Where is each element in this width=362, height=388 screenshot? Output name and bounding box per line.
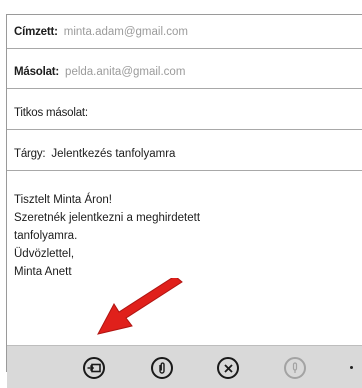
paperclip-icon [159,362,165,374]
body-line: tanfolyamra. [14,230,78,242]
bcc-label: Titkos másolat: [14,106,88,119]
more-options-icon[interactable] [350,366,353,369]
body-line: Üdvözlettel, [14,248,75,260]
red-arrow-annotation [97,278,183,335]
cc-field[interactable]: Másolat: pelda.anita@gmail.com [7,55,362,89]
voice-button[interactable] [284,357,306,379]
body-greeting: Tisztelt Minta Áron! [14,194,112,206]
subject-label: Tárgy: [14,147,46,160]
cc-label: Másolat: [14,65,60,78]
cc-value[interactable]: pelda.anita@gmail.com [65,66,185,78]
attach-button[interactable] [151,357,173,379]
discard-button[interactable] [217,357,239,379]
app-bar [7,345,362,388]
to-value[interactable]: minta.adam@gmail.com [64,26,188,38]
message-body[interactable]: Tisztelt Minta Áron! Szeretnék jelentkez… [14,191,334,281]
microphone-icon [292,362,298,373]
subject-field[interactable]: Tárgy: Jelentkezés tanfolyamra [7,137,362,171]
to-label: Címzett: [14,25,58,38]
email-compose-window: Címzett: minta.adam@gmail.com Másolat: p… [6,14,362,388]
body-line: Szeretnék jelentkezni a meghirdetett [14,212,201,224]
close-icon [223,363,233,373]
send-button[interactable] [83,357,105,379]
bcc-field[interactable]: Titkos másolat: [7,96,362,130]
to-field[interactable]: Címzett: minta.adam@gmail.com [7,15,362,49]
subject-value[interactable]: Jelentkezés tanfolyamra [51,148,175,160]
